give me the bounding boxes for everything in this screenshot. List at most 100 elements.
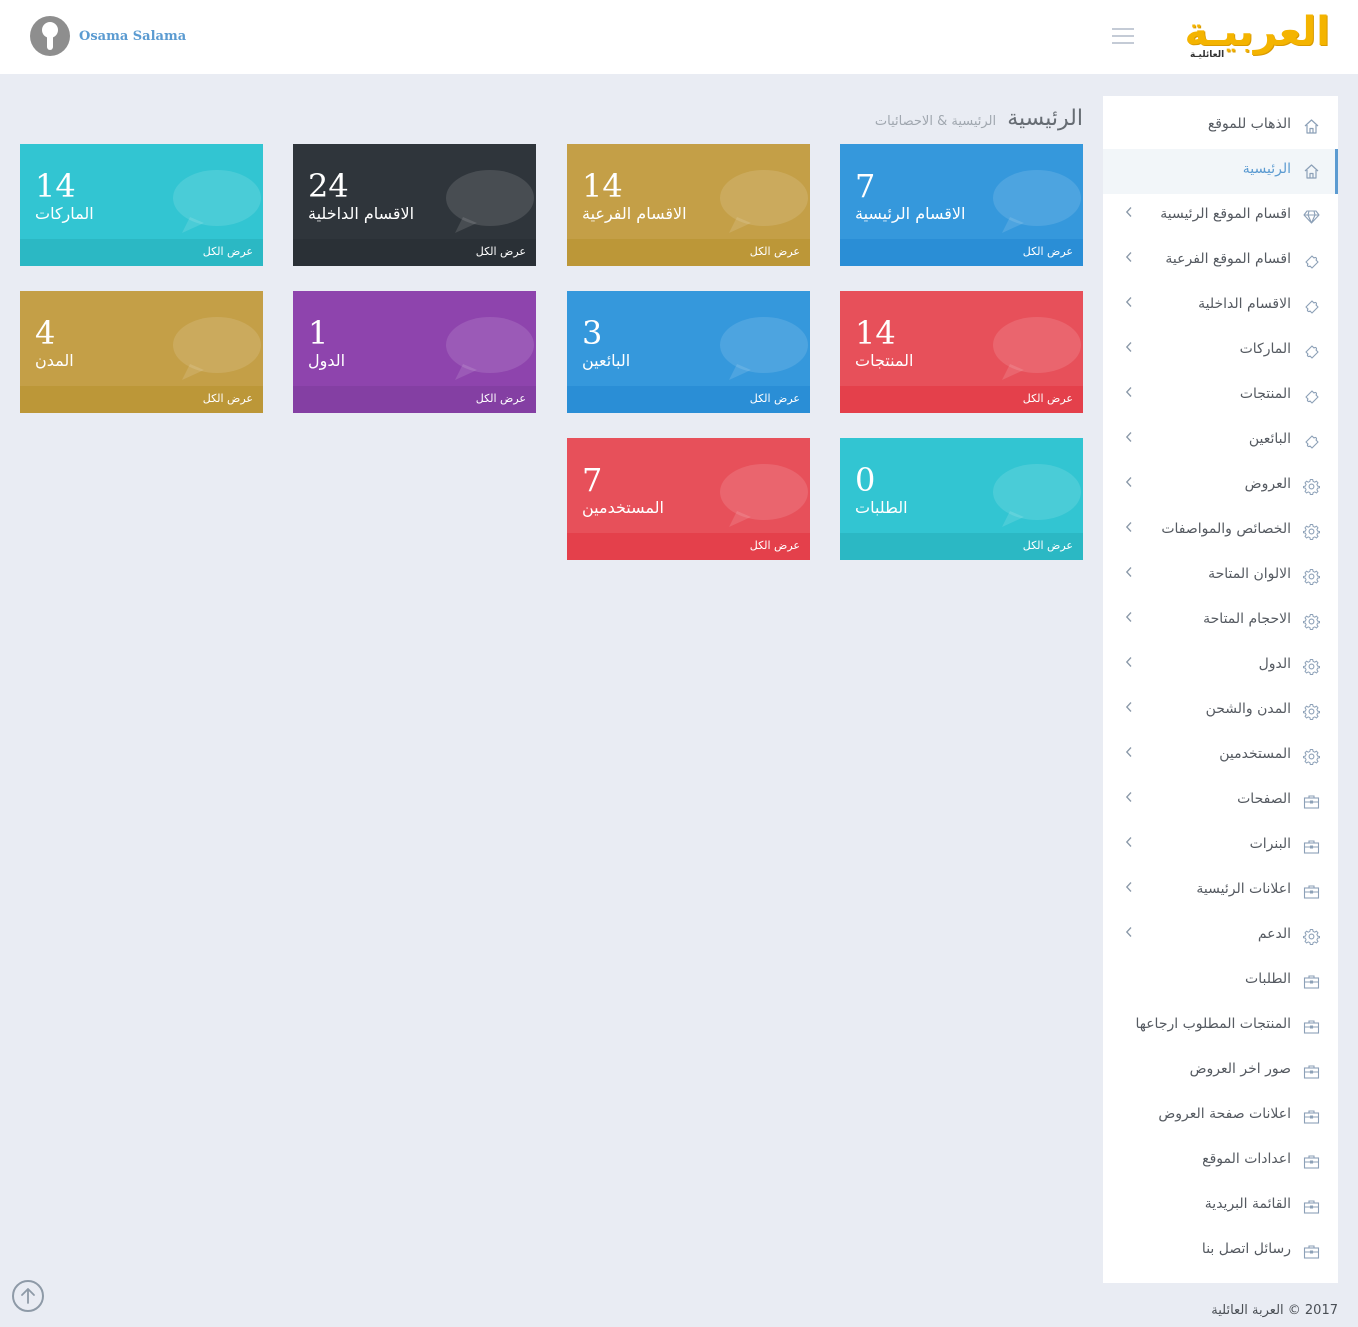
briefcase-icon — [1303, 1198, 1320, 1214]
view-all-link[interactable]: عرض الكل — [840, 239, 1083, 266]
sidebar-item[interactable]: اقسام الموقع الرئيسية — [1103, 194, 1338, 239]
puzzle-icon — [1304, 253, 1320, 269]
view-all-link[interactable]: عرض الكل — [293, 386, 536, 413]
chevron-left-icon — [1125, 701, 1133, 717]
sidebar-item[interactable]: المنتجات المطلوب ارجاعها — [1103, 1004, 1338, 1049]
view-all-link[interactable]: عرض الكل — [567, 386, 810, 413]
chevron-left-icon — [1125, 881, 1133, 897]
sidebar-item[interactable]: البنرات — [1103, 824, 1338, 869]
stat-tile[interactable]: 14 المنتجات عرض الكل — [840, 291, 1083, 413]
chevron-left-icon — [1125, 386, 1133, 402]
sidebar-item[interactable]: اعدادات الموقع — [1103, 1139, 1338, 1184]
view-all-link[interactable]: عرض الكل — [20, 386, 263, 413]
sidebar-item-label: صور اخر العروض — [1189, 1061, 1291, 1077]
sidebar-item[interactable]: المنتجات — [1103, 374, 1338, 419]
chevron-left-icon — [1125, 206, 1133, 222]
sidebar-item-label: الاحجام المتاحة — [1203, 611, 1291, 627]
sidebar-item[interactable]: الدول — [1103, 644, 1338, 689]
stat-title: الاقسام الداخلية — [308, 204, 415, 223]
gear-icon — [1303, 613, 1320, 630]
comment-icon — [446, 317, 534, 380]
briefcase-icon — [1303, 1063, 1320, 1079]
comment-icon — [993, 317, 1081, 380]
chevron-left-icon — [1125, 746, 1133, 762]
sidebar-item[interactable]: الاحجام المتاحة — [1103, 599, 1338, 644]
stat-title: الاقسام الرئيسية — [855, 204, 966, 223]
sidebar-item[interactable]: الصفحات — [1103, 779, 1338, 824]
sidebar-item-label: اعلانات صفحة العروض — [1158, 1106, 1291, 1122]
sidebar-item[interactable]: صور اخر العروض — [1103, 1049, 1338, 1094]
sidebar-item[interactable]: الخصائص والمواصفات — [1103, 509, 1338, 554]
gear-icon — [1303, 658, 1320, 675]
stat-tile[interactable]: 0 الطلبات عرض الكل — [840, 438, 1083, 560]
sidebar-item-label: المستخدمين — [1219, 746, 1291, 762]
sidebar-item[interactable]: رسائل اتصل بنا — [1103, 1229, 1338, 1274]
stat-tile[interactable]: 14 الماركات عرض الكل — [20, 144, 263, 266]
view-all-link[interactable]: عرض الكل — [567, 239, 810, 266]
sidebar-item[interactable]: المدن والشحن — [1103, 689, 1338, 734]
briefcase-icon — [1303, 973, 1320, 989]
menu-toggle-icon[interactable] — [1112, 28, 1134, 46]
view-all-link[interactable]: عرض الكل — [293, 239, 536, 266]
view-all-label: عرض الكل — [749, 539, 800, 552]
sidebar-item[interactable]: الرئيسية — [1103, 149, 1338, 194]
sidebar-item[interactable]: اعلانات صفحة العروض — [1103, 1094, 1338, 1139]
sidebar-item[interactable]: الدعم — [1103, 914, 1338, 959]
sidebar-item[interactable]: الذهاب للموقع — [1103, 104, 1338, 149]
view-all-link[interactable]: عرض الكل — [840, 386, 1083, 413]
view-all-link[interactable]: عرض الكل — [840, 533, 1083, 560]
gear-icon — [1303, 478, 1320, 495]
puzzle-icon — [1304, 298, 1320, 314]
view-all-label: عرض الكل — [1022, 392, 1073, 405]
comment-icon — [173, 317, 261, 380]
sidebar-item[interactable]: العروض — [1103, 464, 1338, 509]
stat-tile[interactable]: 4 المدن عرض الكل — [20, 291, 263, 413]
top-header: Osama Salama العربيـة العائليـة — [0, 0, 1358, 74]
sidebar-item[interactable]: المستخدمين — [1103, 734, 1338, 779]
sidebar-item[interactable]: اعلانات الرئيسية — [1103, 869, 1338, 914]
avatar[interactable] — [30, 16, 70, 56]
comment-icon — [720, 464, 808, 527]
briefcase-icon — [1303, 1153, 1320, 1169]
gear-icon — [1303, 523, 1320, 540]
comment-icon — [993, 464, 1081, 527]
sidebar-item[interactable]: الماركات — [1103, 329, 1338, 374]
chevron-left-icon — [1125, 296, 1133, 312]
stat-number: 14 — [855, 314, 896, 352]
sidebar-item-label: رسائل اتصل بنا — [1201, 1241, 1291, 1257]
sidebar-item[interactable]: الالوان المتاحة — [1103, 554, 1338, 599]
sidebar-item-label: اعدادات الموقع — [1202, 1151, 1291, 1167]
view-all-link[interactable]: عرض الكل — [567, 533, 810, 560]
scroll-to-top-button[interactable] — [12, 1280, 44, 1312]
footer-copyright: 2017 © العربة العائلية — [1211, 1303, 1338, 1318]
view-all-label: عرض الكل — [202, 245, 253, 258]
user-name[interactable]: Osama Salama — [79, 29, 186, 44]
stat-tile[interactable]: 24 الاقسام الداخلية عرض الكل — [293, 144, 536, 266]
stat-title: الدول — [308, 351, 346, 370]
sidebar-item[interactable]: اقسام الموقع الفرعية — [1103, 239, 1338, 284]
stat-tile[interactable]: 7 الاقسام الرئيسية عرض الكل — [840, 144, 1083, 266]
stat-tile[interactable]: 7 المستخدمين عرض الكل — [567, 438, 810, 560]
puzzle-icon — [1304, 343, 1320, 359]
gear-icon — [1303, 748, 1320, 765]
sidebar-item[interactable]: الطلبات — [1103, 959, 1338, 1004]
sidebar-item[interactable]: الاقسام الداخلية — [1103, 284, 1338, 329]
sidebar-item[interactable]: القائمة البريدية — [1103, 1184, 1338, 1229]
view-all-link[interactable]: عرض الكل — [20, 239, 263, 266]
stat-tile[interactable]: 1 الدول عرض الكل — [293, 291, 536, 413]
briefcase-icon — [1303, 1108, 1320, 1124]
sidebar-item-label: الدول — [1258, 656, 1291, 672]
logo-subtext: العائليـة — [1190, 50, 1225, 60]
sidebar-item-label: اقسام الموقع الرئيسية — [1160, 206, 1291, 222]
briefcase-icon — [1303, 883, 1320, 899]
comment-icon — [720, 317, 808, 380]
stat-tile[interactable]: 14 الاقسام الفرعية عرض الكل — [567, 144, 810, 266]
sidebar-item[interactable]: البائعين — [1103, 419, 1338, 464]
gear-icon — [1303, 568, 1320, 585]
stat-tile[interactable]: 3 البائعين عرض الكل — [567, 291, 810, 413]
user-menu[interactable]: Osama Salama — [30, 16, 186, 56]
sidebar-item-label: المنتجات — [1239, 386, 1291, 402]
sidebar-menu: الذهاب للموقع الرئيسية اقسام الموقع الرئيس… — [1103, 96, 1338, 1283]
site-logo[interactable]: العربيـة العائليـة — [1184, 9, 1330, 64]
briefcase-icon — [1303, 1243, 1320, 1259]
